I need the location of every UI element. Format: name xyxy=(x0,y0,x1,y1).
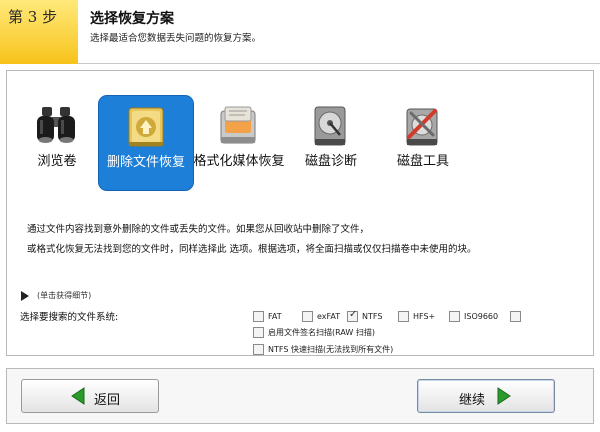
checkbox-extra[interactable] xyxy=(510,311,525,322)
details-toggle-label: (单击获得细节) xyxy=(37,291,92,300)
checkbox-label: NTFS 快速扫描(无法找到所有文件) xyxy=(268,345,394,354)
checkbox-fat[interactable]: FAT xyxy=(253,311,282,322)
checkbox-box xyxy=(253,344,264,355)
triangle-right-icon xyxy=(21,290,29,301)
continue-button[interactable]: 继续 xyxy=(417,379,555,413)
option-disk-tools[interactable]: 磁盘工具 xyxy=(375,95,471,191)
option-label: 格式化媒体恢复 xyxy=(193,154,285,169)
option-browse-volume[interactable]: 浏览卷 xyxy=(9,95,105,191)
option-label: 浏览卷 xyxy=(37,154,77,169)
checkbox-box xyxy=(302,311,313,322)
checkbox-box xyxy=(253,327,264,338)
checkbox-box xyxy=(510,311,521,322)
option-label: 磁盘工具 xyxy=(396,154,449,169)
arrow-right-icon xyxy=(497,387,511,405)
hard-disk-icon xyxy=(314,106,346,146)
description-line-2: 或格式化恢复无法找到您的文件时，同样选择此 选项。根据选项，将全面扫描或仅仅扫描… xyxy=(27,244,477,255)
back-button[interactable]: 返回 xyxy=(21,379,159,413)
wizard-footer: 返回 继续 xyxy=(6,368,594,424)
checkbox-box xyxy=(398,311,409,322)
checkbox-label: ISO9660 xyxy=(464,312,499,321)
option-label: 磁盘诊断 xyxy=(304,154,357,169)
details-toggle[interactable]: (单击获得细节) xyxy=(21,290,91,301)
checkbox-label: HFS+ xyxy=(413,312,436,321)
disk-tools-icon xyxy=(406,108,438,146)
checkbox-label: FAT xyxy=(268,312,282,321)
checkbox-box xyxy=(347,309,358,322)
continue-button-label: 继续 xyxy=(459,393,486,408)
page-title: 选择恢复方案 xyxy=(90,11,174,27)
checkbox-signature-scan[interactable]: 启用文件签名扫描(RAW 扫描) xyxy=(253,327,375,338)
description-line-1: 通过文件内容找到意外删除的文件或丢失的文件。如果您从回收站中删除了文件， xyxy=(27,224,370,235)
checkbox-label: exFAT xyxy=(317,312,341,321)
option-disk-diagnostics[interactable]: 磁盘诊断 xyxy=(283,95,379,191)
option-format-media-recovery[interactable]: 格式化媒体恢复 xyxy=(191,95,287,191)
checkbox-box xyxy=(449,311,460,322)
recovery-options-panel: 浏览卷 删除文件恢复 格式化媒体恢复 磁盘诊断 磁盘工具 通过文件内容找到意外删… xyxy=(6,70,594,356)
binoculars-icon xyxy=(37,107,75,143)
checkbox-box xyxy=(253,311,264,322)
step-badge: 第 3 步 xyxy=(0,0,78,64)
filesystem-label: 选择要搜索的文件系统: xyxy=(20,312,119,323)
recycle-drive-icon xyxy=(128,107,164,147)
checkbox-label: 启用文件签名扫描(RAW 扫描) xyxy=(268,328,375,337)
step-number: 第 3 步 xyxy=(8,8,58,26)
option-deleted-file-recovery[interactable]: 删除文件恢复 xyxy=(98,95,194,191)
option-label: 删除文件恢复 xyxy=(106,155,185,170)
checkbox-exfat[interactable]: exFAT xyxy=(302,311,340,322)
back-button-label: 返回 xyxy=(94,393,121,408)
checkbox-hfs[interactable]: HFS+ xyxy=(398,311,435,322)
checkbox-label: NTFS xyxy=(362,312,383,321)
format-drive-icon xyxy=(220,106,256,144)
page-subtitle: 选择最适合您数据丢失问题的恢复方案。 xyxy=(90,33,262,44)
checkbox-iso9660[interactable]: ISO9660 xyxy=(449,311,498,322)
checkbox-ntfs[interactable]: NTFS xyxy=(347,309,383,322)
arrow-left-icon xyxy=(71,387,85,405)
checkbox-ntfs-quick-scan[interactable]: NTFS 快速扫描(无法找到所有文件) xyxy=(253,344,393,355)
wizard-header: 第 3 步 选择恢复方案 选择最适合您数据丢失问题的恢复方案。 xyxy=(0,0,600,64)
